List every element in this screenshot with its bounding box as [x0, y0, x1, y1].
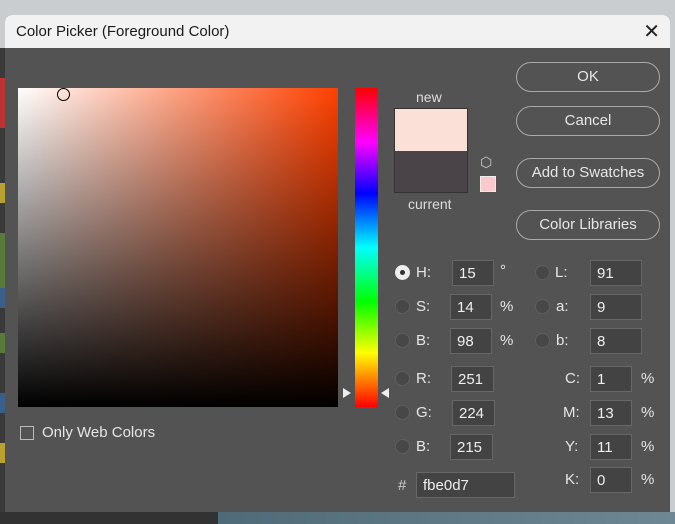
- current-label: current: [408, 196, 452, 212]
- m-input[interactable]: 13: [590, 400, 632, 426]
- cube-icon[interactable]: ⬡: [480, 154, 492, 171]
- current-color-swatch[interactable]: [394, 151, 468, 193]
- g-label: G:: [416, 404, 432, 421]
- only-web-colors-label: Only Web Colors: [42, 424, 155, 441]
- hex-input[interactable]: fbe0d7: [416, 472, 515, 498]
- l-input[interactable]: 91: [590, 260, 642, 286]
- radio-s[interactable]: [395, 299, 410, 314]
- h-label: H:: [416, 264, 431, 281]
- hue-slider-handle-left[interactable]: [343, 388, 351, 398]
- cancel-button[interactable]: Cancel: [516, 106, 660, 136]
- s-label: S:: [416, 298, 430, 315]
- g-input[interactable]: 224: [452, 400, 495, 426]
- h-input[interactable]: 15: [452, 260, 494, 286]
- m-unit: %: [641, 404, 654, 421]
- new-color-swatch: [394, 108, 468, 151]
- c-unit: %: [641, 370, 654, 387]
- lab-b-input[interactable]: 8: [590, 328, 642, 354]
- r-label: R:: [416, 370, 431, 387]
- y-label: Y:: [565, 438, 578, 455]
- background-image: [0, 512, 675, 524]
- title-bar: Color Picker (Foreground Color) ✕: [5, 15, 670, 48]
- only-web-colors-checkbox[interactable]: [20, 426, 34, 440]
- add-to-swatches-button[interactable]: Add to Swatches: [516, 158, 660, 188]
- color-field[interactable]: [18, 88, 338, 407]
- radio-g[interactable]: [395, 405, 410, 420]
- gamut-swatch[interactable]: [480, 176, 496, 192]
- radio-h[interactable]: [395, 265, 410, 280]
- color-field-cursor[interactable]: [57, 88, 70, 101]
- brightness-input[interactable]: 98: [450, 328, 492, 354]
- s-input[interactable]: 14: [450, 294, 492, 320]
- hue-slider-handle-right[interactable]: [381, 388, 389, 398]
- dialog-title: Color Picker (Foreground Color): [16, 23, 229, 40]
- radio-b[interactable]: [395, 333, 410, 348]
- b-unit: %: [500, 332, 513, 349]
- radio-r[interactable]: [395, 371, 410, 386]
- new-label: new: [416, 89, 442, 105]
- r-input[interactable]: 251: [451, 366, 494, 392]
- y-input[interactable]: 11: [590, 434, 632, 460]
- radio-blue[interactable]: [395, 439, 410, 454]
- color-libraries-button[interactable]: Color Libraries: [516, 210, 660, 240]
- ok-button[interactable]: OK: [516, 62, 660, 92]
- a-input[interactable]: 9: [590, 294, 642, 320]
- radio-l[interactable]: [535, 265, 550, 280]
- m-label: M:: [563, 404, 580, 421]
- a-label: a:: [556, 298, 569, 315]
- l-label: L:: [555, 264, 568, 281]
- close-icon[interactable]: ✕: [643, 19, 660, 44]
- y-unit: %: [641, 438, 654, 455]
- c-input[interactable]: 1: [590, 366, 632, 392]
- blue-label: B:: [416, 438, 430, 455]
- h-unit: °: [500, 262, 506, 279]
- k-unit: %: [641, 471, 654, 488]
- lab-b-label: b:: [556, 332, 569, 349]
- hex-label: #: [398, 477, 406, 494]
- k-input[interactable]: 0: [590, 467, 632, 493]
- b-label: B:: [416, 332, 430, 349]
- color-picker-dialog: Color Picker (Foreground Color) ✕ new cu…: [5, 15, 670, 512]
- radio-a[interactable]: [535, 299, 550, 314]
- hue-slider[interactable]: [355, 88, 378, 407]
- k-label: K:: [565, 471, 579, 488]
- s-unit: %: [500, 298, 513, 315]
- c-label: C:: [565, 370, 580, 387]
- radio-lab-b[interactable]: [535, 333, 550, 348]
- blue-input[interactable]: 215: [450, 434, 493, 460]
